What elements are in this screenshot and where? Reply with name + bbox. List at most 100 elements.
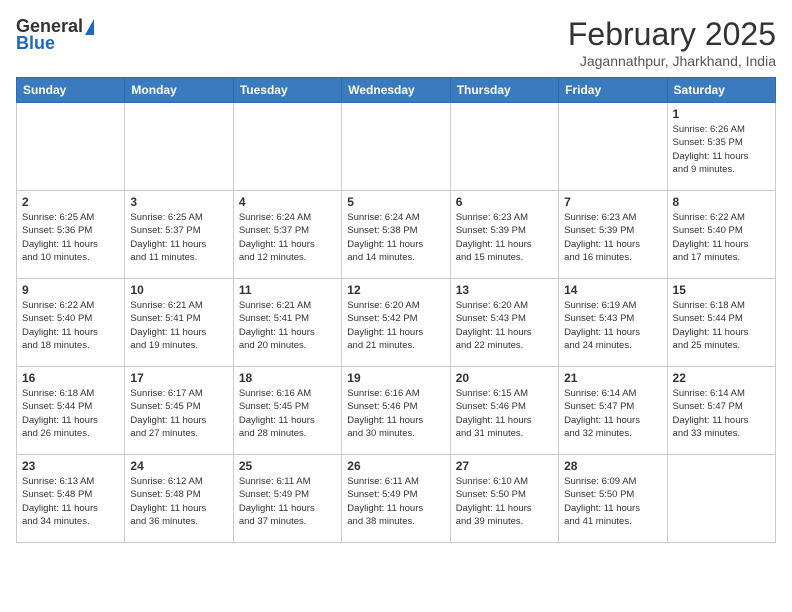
day-number: 18 [239,371,336,385]
day-number: 20 [456,371,553,385]
calendar-cell [559,103,667,191]
day-number: 2 [22,195,119,209]
day-number: 22 [673,371,770,385]
day-info: Sunrise: 6:11 AMSunset: 5:49 PMDaylight:… [239,475,336,528]
day-info: Sunrise: 6:10 AMSunset: 5:50 PMDaylight:… [456,475,553,528]
calendar-cell: 6 Sunrise: 6:23 AMSunset: 5:39 PMDaylight… [450,191,558,279]
calendar-cell [450,103,558,191]
calendar-cell: 28 Sunrise: 6:09 AMSunset: 5:50 PMDayligh… [559,455,667,543]
day-info: Sunrise: 6:18 AMSunset: 5:44 PMDaylight:… [673,299,770,352]
calendar-cell [125,103,233,191]
calendar-cell [667,455,775,543]
calendar-cell: 21Sunrise: 6:14 AMSunset: 5:47 PMDayligh… [559,367,667,455]
calendar-cell: 2 Sunrise: 6:25 AMSunset: 5:36 PMDaylight… [17,191,125,279]
calendar-cell: 9 Sunrise: 6:22 AMSunset: 5:40 PMDaylight… [17,279,125,367]
day-number: 4 [239,195,336,209]
logo: General Blue [16,16,94,54]
day-info: Sunrise: 6:19 AMSunset: 5:43 PMDaylight:… [564,299,661,352]
calendar-cell [233,103,341,191]
calendar-cell: 22Sunrise: 6:14 AMSunset: 5:47 PMDayligh… [667,367,775,455]
day-info: Sunrise: 6:09 AMSunset: 5:50 PMDaylight:… [564,475,661,528]
calendar-cell: 24 Sunrise: 6:12 AMSunset: 5:48 PMDayligh… [125,455,233,543]
location: Jagannathpur, Jharkhand, India [568,53,776,69]
day-info: Sunrise: 6:25 AMSunset: 5:37 PMDaylight:… [130,211,227,264]
day-info: Sunrise: 6:18 AMSunset: 5:44 PMDaylight:… [22,387,119,440]
calendar-cell: 8 Sunrise: 6:22 AMSunset: 5:40 PMDaylight… [667,191,775,279]
day-info: Sunrise: 6:24 AMSunset: 5:37 PMDaylight:… [239,211,336,264]
day-info: Sunrise: 6:20 AMSunset: 5:43 PMDaylight:… [456,299,553,352]
day-info: Sunrise: 6:12 AMSunset: 5:48 PMDaylight:… [130,475,227,528]
day-number: 27 [456,459,553,473]
day-number: 5 [347,195,444,209]
weekday-header-tuesday: Tuesday [233,78,341,103]
calendar-cell: 20 Sunrise: 6:15 AMSunset: 5:46 PMDayligh… [450,367,558,455]
day-info: Sunrise: 6:13 AMSunset: 5:48 PMDaylight:… [22,475,119,528]
calendar-week-row: 23 Sunrise: 6:13 AMSunset: 5:48 PMDayligh… [17,455,776,543]
calendar-cell: 23 Sunrise: 6:13 AMSunset: 5:48 PMDayligh… [17,455,125,543]
day-info: Sunrise: 6:22 AMSunset: 5:40 PMDaylight:… [22,299,119,352]
day-number: 11 [239,283,336,297]
weekday-header-monday: Monday [125,78,233,103]
day-info: Sunrise: 6:22 AMSunset: 5:40 PMDaylight:… [673,211,770,264]
weekday-header-saturday: Saturday [667,78,775,103]
day-info: Sunrise: 6:26 AMSunset: 5:35 PMDaylight:… [673,123,770,176]
day-number: 24 [130,459,227,473]
calendar-cell: 15 Sunrise: 6:18 AMSunset: 5:44 PMDayligh… [667,279,775,367]
day-number: 16 [22,371,119,385]
day-number: 28 [564,459,661,473]
day-info: Sunrise: 6:17 AMSunset: 5:45 PMDaylight:… [130,387,227,440]
day-number: 19 [347,371,444,385]
day-info: Sunrise: 6:21 AMSunset: 5:41 PMDaylight:… [239,299,336,352]
calendar-cell: 1Sunrise: 6:26 AMSunset: 5:35 PMDaylight… [667,103,775,191]
title-block: February 2025 Jagannathpur, Jharkhand, I… [568,16,776,69]
calendar-table: SundayMondayTuesdayWednesdayThursdayFrid… [16,77,776,543]
day-number: 15 [673,283,770,297]
day-info: Sunrise: 6:23 AMSunset: 5:39 PMDaylight:… [564,211,661,264]
day-number: 8 [673,195,770,209]
day-info: Sunrise: 6:16 AMSunset: 5:46 PMDaylight:… [347,387,444,440]
calendar-cell: 11 Sunrise: 6:21 AMSunset: 5:41 PMDayligh… [233,279,341,367]
calendar-cell: 3 Sunrise: 6:25 AMSunset: 5:37 PMDaylight… [125,191,233,279]
calendar-cell: 17 Sunrise: 6:17 AMSunset: 5:45 PMDayligh… [125,367,233,455]
calendar-cell [17,103,125,191]
day-number: 3 [130,195,227,209]
day-info: Sunrise: 6:21 AMSunset: 5:41 PMDaylight:… [130,299,227,352]
calendar-cell: 19 Sunrise: 6:16 AMSunset: 5:46 PMDayligh… [342,367,450,455]
weekday-header-row: SundayMondayTuesdayWednesdayThursdayFrid… [17,78,776,103]
day-number: 23 [22,459,119,473]
day-info: Sunrise: 6:11 AMSunset: 5:49 PMDaylight:… [347,475,444,528]
day-number: 6 [456,195,553,209]
page-header: General Blue February 2025 Jagannathpur,… [16,16,776,69]
day-number: 17 [130,371,227,385]
calendar-cell: 5Sunrise: 6:24 AMSunset: 5:38 PMDaylight… [342,191,450,279]
calendar-cell: 27 Sunrise: 6:10 AMSunset: 5:50 PMDayligh… [450,455,558,543]
calendar-cell: 25 Sunrise: 6:11 AMSunset: 5:49 PMDayligh… [233,455,341,543]
calendar-cell: 26 Sunrise: 6:11 AMSunset: 5:49 PMDayligh… [342,455,450,543]
logo-blue-text: Blue [16,33,55,54]
day-number: 12 [347,283,444,297]
day-number: 7 [564,195,661,209]
calendar-cell: 14Sunrise: 6:19 AMSunset: 5:43 PMDayligh… [559,279,667,367]
calendar-cell: 4 Sunrise: 6:24 AMSunset: 5:37 PMDaylight… [233,191,341,279]
day-number: 25 [239,459,336,473]
calendar-week-row: 9 Sunrise: 6:22 AMSunset: 5:40 PMDaylight… [17,279,776,367]
calendar-cell: 12Sunrise: 6:20 AMSunset: 5:42 PMDayligh… [342,279,450,367]
calendar-cell: 7 Sunrise: 6:23 AMSunset: 5:39 PMDaylight… [559,191,667,279]
month-title: February 2025 [568,16,776,53]
calendar-week-row: 16 Sunrise: 6:18 AMSunset: 5:44 PMDayligh… [17,367,776,455]
calendar-cell: 13 Sunrise: 6:20 AMSunset: 5:43 PMDayligh… [450,279,558,367]
day-number: 26 [347,459,444,473]
weekday-header-friday: Friday [559,78,667,103]
calendar-cell: 10Sunrise: 6:21 AMSunset: 5:41 PMDayligh… [125,279,233,367]
day-info: Sunrise: 6:23 AMSunset: 5:39 PMDaylight:… [456,211,553,264]
day-number: 9 [22,283,119,297]
calendar-cell: 16 Sunrise: 6:18 AMSunset: 5:44 PMDayligh… [17,367,125,455]
calendar-week-row: 2 Sunrise: 6:25 AMSunset: 5:36 PMDaylight… [17,191,776,279]
logo-triangle-icon [85,19,94,35]
calendar-cell: 18Sunrise: 6:16 AMSunset: 5:45 PMDayligh… [233,367,341,455]
day-info: Sunrise: 6:25 AMSunset: 5:36 PMDaylight:… [22,211,119,264]
day-number: 13 [456,283,553,297]
day-info: Sunrise: 6:15 AMSunset: 5:46 PMDaylight:… [456,387,553,440]
calendar-week-row: 1Sunrise: 6:26 AMSunset: 5:35 PMDaylight… [17,103,776,191]
calendar-cell [342,103,450,191]
